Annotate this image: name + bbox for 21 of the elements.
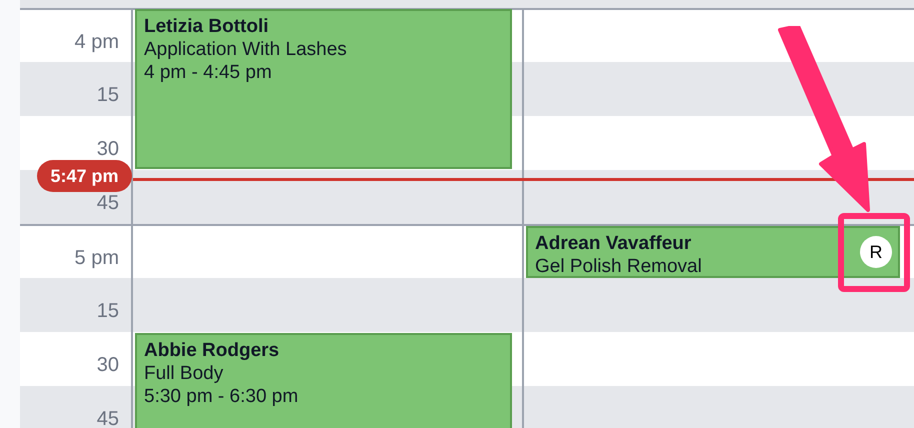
time-label: 45 (96, 409, 119, 428)
repeat-badge: R (860, 236, 892, 268)
appointment-card[interactable]: Letizia Bottoli Application With Lashes 4 pm - 4:45 pm (135, 9, 512, 169)
time-label: 15 (96, 301, 119, 321)
service-name: Full Body (144, 362, 224, 385)
service-name: Application With Lashes (144, 38, 347, 61)
time-label: 45 (96, 193, 119, 213)
client-name: Abbie Rodgers (144, 339, 280, 362)
appointment-time: 4 pm - 4:45 pm (144, 61, 273, 84)
service-name: Gel Polish Removal (535, 255, 702, 278)
appointment-time: 5:30 pm - 6:30 pm (144, 385, 298, 408)
current-time-badge: 5:47 pm (37, 160, 132, 192)
time-label: 30 (96, 355, 119, 375)
appointment-card[interactable]: Abbie Rodgers Full Body 5:30 pm - 6:30 pm (135, 333, 512, 428)
client-name: Letizia Bottoli (144, 15, 270, 38)
time-label: 30 (96, 139, 119, 159)
time-label: 5 pm (74, 248, 119, 268)
time-label: 15 (96, 85, 119, 105)
time-label: 4 pm (74, 32, 119, 52)
appointment-card[interactable]: Adrean Vavaffeur Gel Polish Removal (526, 226, 838, 278)
client-name: Adrean Vavaffeur (535, 232, 692, 255)
